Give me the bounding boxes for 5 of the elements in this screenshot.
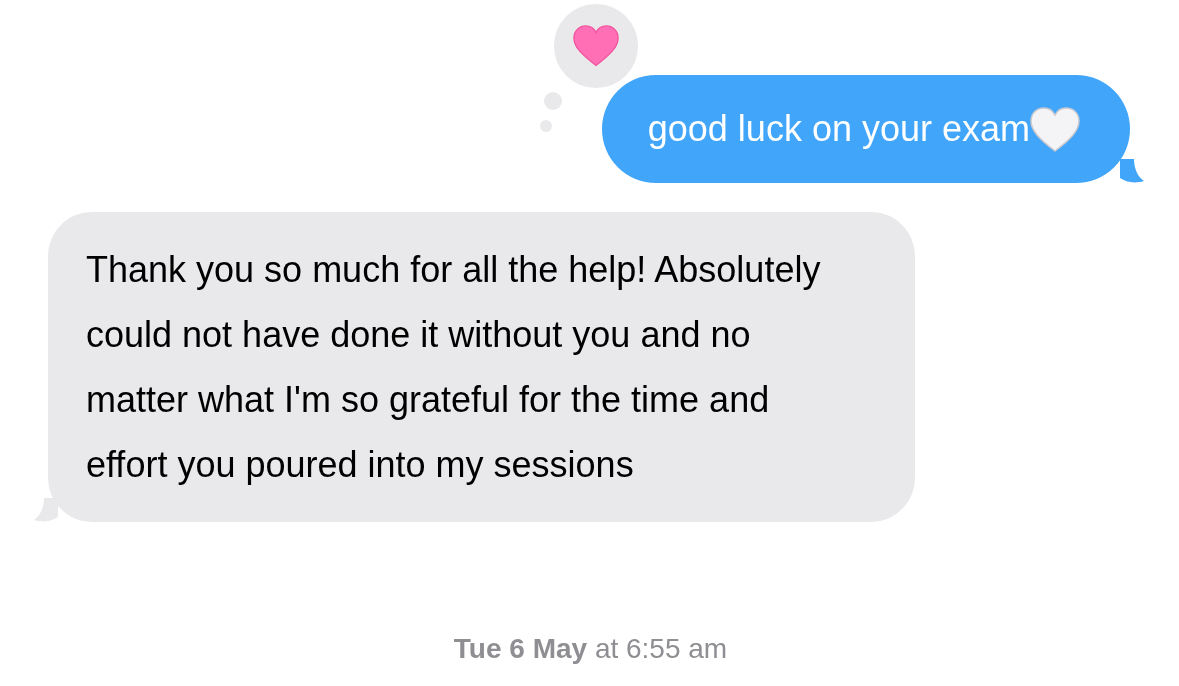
heart-icon [1030,106,1080,152]
message-text: good luck on your exam [647,111,1030,147]
message-text: Thank you so much for all the help! Absolutely could not have done it without you and no matter what I'm so grateful for the time and effort you poured into my sessions [86,248,822,487]
heart-icon [572,25,619,67]
message-timestamp: Tue 6 May at 6:55 am [453,632,728,666]
